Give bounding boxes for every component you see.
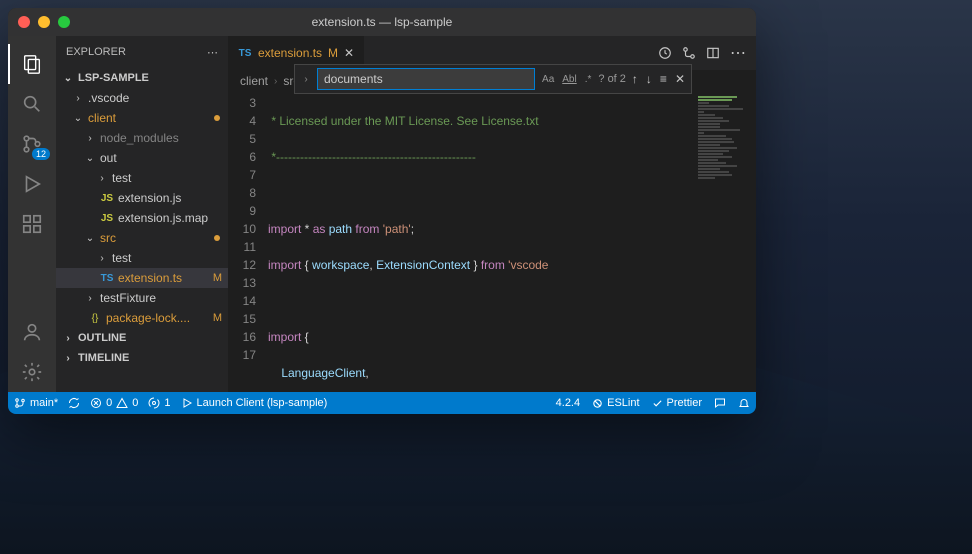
explorer-title: EXPLORER (66, 46, 126, 58)
branch-status[interactable]: main* (14, 397, 58, 409)
window-minimize-button[interactable] (38, 16, 50, 28)
split-editor-icon[interactable] (706, 46, 720, 60)
search-icon[interactable] (8, 84, 56, 124)
scm-badge: 12 (32, 148, 50, 160)
js-file-icon: JS (100, 213, 114, 224)
folder-src[interactable]: ⌄ src (56, 228, 228, 248)
settings-icon[interactable] (8, 352, 56, 392)
find-result-count: ? of 2 (598, 73, 626, 85)
chevron-right-icon: › (96, 253, 108, 264)
chevron-down-icon: ⌄ (84, 233, 96, 244)
folder-out[interactable]: ⌄ out (56, 148, 228, 168)
explorer-sidebar: EXPLORER ⋯ ⌄ LSP-SAMPLE › .vscode ⌄ clie… (56, 36, 228, 392)
folder-out-test[interactable]: › test (56, 168, 228, 188)
chevron-right-icon: › (62, 353, 74, 364)
extensions-icon[interactable] (8, 204, 56, 244)
window-close-button[interactable] (18, 16, 30, 28)
folder-vscode[interactable]: › .vscode (56, 88, 228, 108)
launch-status[interactable]: Launch Client (lsp-sample) (181, 397, 328, 409)
toggle-replace-icon[interactable]: › (299, 74, 313, 85)
chevron-right-icon: › (84, 293, 96, 304)
chevron-right-icon: › (72, 93, 84, 104)
accounts-icon[interactable] (8, 312, 56, 352)
modified-dot-icon (214, 235, 220, 241)
prettier-status[interactable]: Prettier (652, 397, 702, 409)
js-file-icon: JS (100, 193, 114, 204)
modified-dot-icon (214, 115, 220, 121)
chevron-down-icon: ⌄ (72, 113, 84, 124)
line-numbers: 34567891011121314151617 (228, 92, 268, 392)
diff-icon[interactable] (682, 46, 696, 60)
ports-status[interactable]: 1 (148, 397, 170, 409)
file-package-lock[interactable]: {} package-lock.... M (56, 308, 228, 328)
outline-section[interactable]: › OUTLINE (56, 328, 228, 348)
find-close-icon[interactable]: ✕ (673, 70, 687, 88)
window-maximize-button[interactable] (58, 16, 70, 28)
activity-bar: 12 (8, 36, 56, 392)
code-editor[interactable]: 34567891011121314151617 * Licensed under… (228, 92, 756, 392)
file-extension-js[interactable]: JS extension.js (56, 188, 228, 208)
regex-icon[interactable]: .* (582, 72, 595, 87)
find-input[interactable] (317, 68, 535, 90)
vscode-window: extension.ts — lsp-sample 12 (8, 8, 756, 414)
chevron-right-icon: › (96, 173, 108, 184)
json-file-icon: {} (88, 313, 102, 324)
titlebar: extension.ts — lsp-sample (8, 8, 756, 36)
file-extension-ts[interactable]: TS extension.ts M (56, 268, 228, 288)
more-actions-icon[interactable]: ⋯ (730, 43, 746, 63)
folder-node-modules[interactable]: › node_modules (56, 128, 228, 148)
sync-status[interactable] (68, 397, 80, 409)
file-extension-js-map[interactable]: JS extension.js.map (56, 208, 228, 228)
bell-icon[interactable] (738, 397, 750, 409)
explorer-more-icon[interactable]: ⋯ (207, 46, 218, 59)
ts-file-icon: TS (238, 48, 252, 59)
folder-client[interactable]: ⌄ client (56, 108, 228, 128)
workspace-root[interactable]: ⌄ LSP-SAMPLE (56, 68, 228, 88)
eslint-status[interactable]: ESLint (592, 397, 639, 409)
minimap[interactable] (696, 92, 756, 392)
match-case-icon[interactable]: Aa (539, 72, 557, 87)
chevron-down-icon: ⌄ (62, 73, 74, 84)
window-title: extension.ts — lsp-sample (312, 15, 453, 29)
problems-status[interactable]: 0 0 (90, 397, 138, 409)
folder-src-test[interactable]: › test (56, 248, 228, 268)
timeline-section[interactable]: › TIMELINE (56, 348, 228, 368)
code-content[interactable]: * Licensed under the MIT License. See Li… (268, 92, 696, 392)
find-prev-icon[interactable]: ↑ (630, 70, 640, 88)
find-selection-icon[interactable]: ≡ (658, 70, 669, 88)
chevron-right-icon: › (62, 333, 74, 344)
chevron-right-icon: › (84, 133, 96, 144)
find-next-icon[interactable]: ↓ (644, 70, 654, 88)
close-tab-icon[interactable]: ✕ (344, 46, 354, 60)
find-widget: › Aa Abl .* ? of 2 ↑ ↓ ≡ ✕ (294, 64, 692, 94)
ts-file-icon: TS (100, 273, 114, 284)
folder-test-fixture[interactable]: › testFixture (56, 288, 228, 308)
source-control-icon[interactable]: 12 (8, 124, 56, 164)
match-word-icon[interactable]: Abl (559, 72, 579, 87)
run-debug-icon[interactable] (8, 164, 56, 204)
feedback-icon[interactable] (714, 397, 726, 409)
version-status[interactable]: 4.2.4 (556, 397, 580, 409)
chevron-down-icon: ⌄ (84, 153, 96, 164)
status-bar: main* 0 0 1 Launch Client (lsp-sample) 4… (8, 392, 756, 414)
explorer-icon[interactable] (8, 44, 56, 84)
history-icon[interactable] (658, 46, 672, 60)
